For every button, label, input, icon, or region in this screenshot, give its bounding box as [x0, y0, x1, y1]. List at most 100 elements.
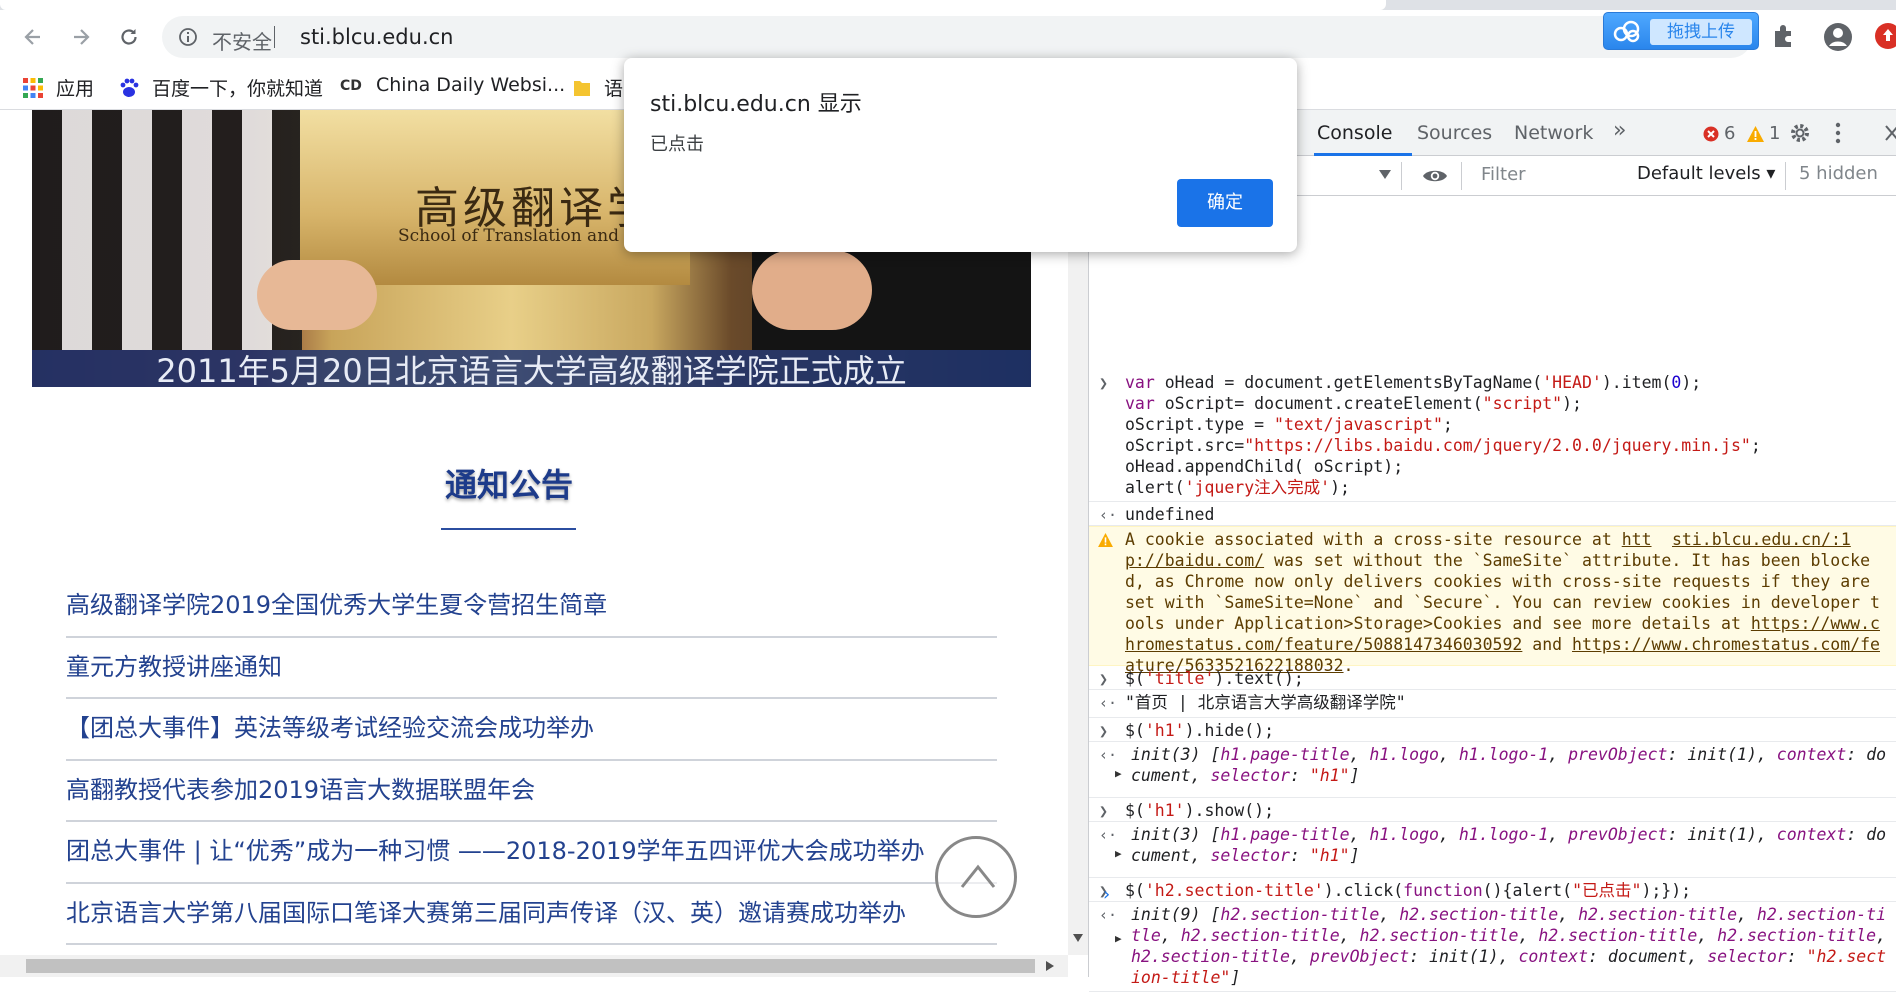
tab-sources[interactable]: Sources [1417, 122, 1492, 144]
page-horizontal-scrollbar[interactable] [0, 955, 1068, 977]
console-object-preview[interactable]: init(3) [h1.page-title, h1.logo, h1.logo… [1131, 744, 1893, 786]
horizontal-scroll-thumb[interactable] [26, 959, 1035, 973]
omnibox-separator [274, 26, 275, 48]
expand-triangle-icon[interactable]: ▶ [1115, 932, 1122, 945]
banner-person-left [32, 110, 302, 350]
input-chevron-icon: ❯ [1099, 802, 1109, 820]
section-title[interactable]: 通知公告 [0, 460, 1018, 506]
console-result-text: undefined [1125, 505, 1215, 524]
bookmark-folder[interactable]: 语 [572, 74, 623, 101]
console-warning-entry: sti.blcu.edu.cn/:1 A cookie associated w… [1089, 526, 1896, 675]
bookmark-apps[interactable]: 应用 [22, 74, 94, 101]
warning-count-badge[interactable]: 1 [1747, 123, 1780, 144]
bookmark-chinadaily[interactable]: CD China Daily Websi... [340, 74, 565, 96]
banner-hand-right [752, 250, 872, 330]
warning-count: 1 [1769, 123, 1781, 144]
console-object-preview[interactable]: init(9) [h2.section-title, h2.section-ti… [1131, 904, 1893, 988]
scroll-down-arrow-icon[interactable] [1073, 934, 1083, 942]
url-text[interactable]: sti.blcu.edu.cn [300, 25, 453, 49]
console-command-text[interactable]: $('h2.section-title').click(function(){a… [1125, 880, 1887, 901]
dialog-title: sti.blcu.edu.cn 显示 [650, 92, 862, 117]
alert-dialog: sti.blcu.edu.cn 显示 已点击 确定 [624, 58, 1297, 252]
result-arrow-icon: ‹· [1099, 506, 1118, 524]
tab-network[interactable]: Network [1514, 122, 1593, 144]
console-result-text: "首页 | 北京语言大学高级翻译学院" [1125, 693, 1406, 712]
console-result-entry: ‹· "首页 | 北京语言大学高级翻译学院" [1089, 690, 1896, 718]
bookmark-label: China Daily Websi... [376, 74, 566, 96]
news-item[interactable]: 团总大事件 | 让“优秀”成为一种习惯 ——2018-2019学年五四评优大会成… [66, 822, 997, 884]
ok-button[interactable]: 确定 [1177, 179, 1273, 227]
console-object-preview[interactable]: init(3) [h1.page-title, h1.logo, h1.logo… [1131, 824, 1893, 866]
expand-triangle-icon[interactable]: ▶ [1115, 847, 1122, 860]
news-item[interactable]: 童元方教授讲座通知 [66, 638, 997, 699]
context-dropdown-arrow-icon[interactable] [1379, 170, 1391, 179]
bookmark-label: 百度一下，你就知道 [152, 78, 324, 100]
tab-strip [0, 0, 1896, 10]
toolbar-divider [1785, 162, 1786, 190]
back-to-top-button[interactable] [935, 836, 1017, 918]
cloud-icon [1613, 20, 1640, 43]
console-result-entry: ‹· ▶ init(3) [h1.page-title, h1.logo, h1… [1089, 742, 1896, 798]
console-command-text[interactable]: $('h1').show(); [1125, 800, 1887, 821]
section-underline [441, 528, 576, 530]
result-arrow-icon: ‹· [1099, 746, 1118, 764]
console-input-entry: ❯ $('h1').show(); [1089, 798, 1896, 822]
svg-text:CD: CD [340, 78, 362, 94]
info-icon[interactable] [178, 27, 198, 47]
chevron-up-icon [960, 864, 996, 888]
close-icon[interactable] [1885, 125, 1896, 141]
reload-icon [121, 29, 137, 45]
result-arrow-icon: ‹· [1099, 694, 1118, 712]
news-item[interactable]: 高翻教授代表参加2019语言大数据联盟年会 [66, 761, 997, 822]
error-count-badge[interactable]: 6 [1703, 123, 1735, 144]
settings-gear-icon[interactable] [1789, 122, 1811, 144]
upload-extension-button[interactable]: 拖拽上传 [1603, 12, 1759, 50]
reload-button[interactable] [112, 20, 146, 54]
banner-caption: 2011年5月20日北京语言大学高级翻译学院正式成立 [156, 352, 907, 387]
bookmark-label: 语 [604, 78, 624, 100]
folder-icon [572, 78, 592, 98]
kebab-menu-icon[interactable] [1835, 122, 1841, 144]
upload-label: 拖拽上传 [1650, 19, 1752, 45]
scroll-right-arrow-icon[interactable] [1046, 961, 1054, 971]
address-bar[interactable]: 不安全 sti.blcu.edu.cn [162, 16, 1752, 58]
input-chevron-icon: ❯ [1099, 722, 1109, 740]
console-command-text[interactable]: var oHead = document.getElementsByTagNam… [1125, 372, 1887, 498]
console-prompt[interactable]: › [1101, 884, 1112, 905]
apps-grid-icon [22, 77, 44, 99]
forward-button[interactable] [64, 20, 98, 54]
console-input-entry: ❯ $('h2.section-title').click(function()… [1089, 878, 1896, 902]
hidden-messages-count[interactable]: 5 hidden [1799, 163, 1878, 184]
forward-arrow-icon [74, 29, 90, 45]
back-button[interactable] [16, 20, 50, 54]
update-icon[interactable] [1874, 22, 1896, 50]
log-levels-dropdown[interactable]: Default levels ▾ [1637, 163, 1775, 184]
input-chevron-icon: ❯ [1099, 374, 1109, 392]
console-filter-input[interactable]: Filter [1473, 161, 1623, 189]
console-input-entry: ❯ $('h1').hide(); [1089, 718, 1896, 742]
expand-triangle-icon[interactable]: ▶ [1115, 767, 1122, 780]
security-label: 不安全 [212, 30, 272, 54]
tab-console[interactable]: Console [1317, 122, 1392, 144]
extensions-puzzle-icon[interactable] [1770, 22, 1798, 50]
console-command-text[interactable]: $('h1').hide(); [1125, 720, 1887, 741]
console-input-entry: ❯ var oHead = document.getElementsByTagN… [1089, 370, 1896, 502]
console-input-entry: ❯ $('title').text(); [1089, 666, 1896, 690]
news-item[interactable]: 【团总大事件】英法等级考试经验交流会成功举办 [66, 699, 997, 761]
console-output[interactable]: ❯ var oHead = document.getElementsByTagN… [1089, 196, 1896, 992]
browser-toolbar: 不安全 sti.blcu.edu.cn 拖拽上传 [0, 10, 1896, 62]
toolbar-divider [1461, 162, 1462, 190]
profile-avatar-icon[interactable] [1823, 22, 1853, 52]
error-count: 6 [1724, 123, 1736, 144]
input-chevron-icon: ❯ [1099, 670, 1109, 688]
console-command-text[interactable]: $('title').text(); [1125, 668, 1887, 689]
console-result-entry: ‹· ▶ init(3) [h1.page-title, h1.logo, h1… [1089, 822, 1896, 878]
warning-icon [1747, 125, 1764, 142]
eye-icon[interactable] [1422, 167, 1448, 185]
active-tab[interactable] [0, 0, 1386, 10]
more-tabs-button[interactable]: » [1613, 118, 1626, 143]
news-item[interactable]: 北京语言大学第八届国际口笔译大赛第三届同声传译（汉、英）邀请赛成功举办 [66, 884, 997, 945]
bookmark-baidu[interactable]: 百度一下，你就知道 [118, 74, 323, 101]
news-item[interactable]: 高级翻译学院2019全国优秀大学生夏令营招生简章 [66, 576, 997, 638]
console-result-entry: ‹· undefined [1089, 502, 1896, 526]
